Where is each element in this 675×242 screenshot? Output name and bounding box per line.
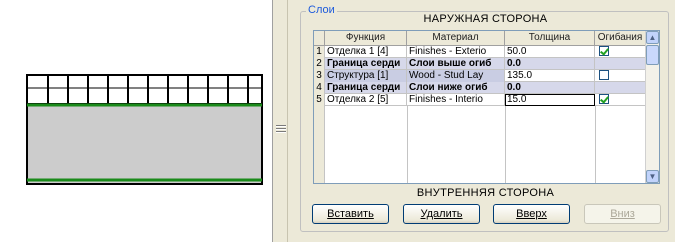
layers-table[interactable]: Функция Материал Толщина Огибания 1 Отде… (313, 30, 660, 184)
material-cell[interactable]: Finishes - Exterio (407, 46, 505, 58)
row-number[interactable]: 5 (314, 94, 325, 106)
inner-side-label: ВНУТРЕННЯЯ СТОРОНА (416, 187, 555, 199)
wraps-cell (595, 94, 646, 106)
function-cell[interactable]: Структура [1] (325, 70, 407, 82)
preview-pane (0, 0, 273, 242)
thickness-cell[interactable]: 0.0 (505, 82, 595, 94)
delete-button[interactable]: Удалить (403, 204, 480, 224)
row-number[interactable]: 2 (314, 58, 325, 70)
move-up-button-label: Вверх (516, 208, 547, 220)
row-number[interactable]: 4 (314, 82, 325, 94)
column-divider (407, 106, 408, 183)
wraps-cell (595, 70, 646, 82)
thickness-input[interactable]: 15.0 (505, 94, 595, 106)
insert-button[interactable]: Вставить (312, 204, 389, 224)
stud-layer (26, 74, 263, 105)
wraps-checkbox[interactable] (599, 46, 609, 56)
table-row[interactable]: 4 Граница серди Слои ниже огиб 0.0 (314, 82, 646, 94)
insert-button-label: Вставить (327, 208, 374, 220)
delete-button-label: Удалить (420, 208, 463, 220)
chevron-down-icon[interactable]: ▼ (646, 170, 659, 183)
column-header-function[interactable]: Функция (325, 31, 407, 46)
thickness-cell[interactable]: 0.0 (505, 58, 595, 70)
column-divider (505, 106, 506, 183)
vertical-scrollbar[interactable]: ▲ ▼ (645, 31, 659, 183)
table-row[interactable]: 3 Структура [1] Wood - Stud Lay 135.0 (314, 70, 646, 82)
row-header-column (314, 106, 325, 183)
column-header-wraps[interactable]: Огибания (595, 31, 646, 46)
outer-side-label: НАРУЖНАЯ СТОРОНА (423, 13, 548, 25)
material-cell[interactable]: Finishes - Interio (407, 94, 505, 106)
function-cell[interactable]: Граница серди (325, 58, 407, 70)
header-corner (314, 31, 325, 46)
thickness-cell[interactable]: 135.0 (505, 70, 595, 82)
wraps-cell (595, 46, 646, 58)
function-cell[interactable]: Граница серди (325, 82, 407, 94)
column-header-thickness[interactable]: Толщина (505, 31, 595, 46)
move-down-button[interactable]: Вниз (584, 204, 661, 224)
wall-section-preview (26, 74, 263, 185)
material-cell[interactable]: Слои выше огиб (407, 58, 505, 70)
row-number[interactable]: 3 (314, 70, 325, 82)
column-header-material[interactable]: Материал (407, 31, 505, 46)
function-cell[interactable]: Отделка 1 [4] (325, 46, 407, 58)
thickness-cell[interactable]: 50.0 (505, 46, 595, 58)
layers-panel: Слои НАРУЖНАЯ СТОРОНА Функция Материал Т… (289, 0, 675, 242)
material-cell[interactable]: Слои ниже огиб (407, 82, 505, 94)
move-up-button[interactable]: Вверх (493, 204, 570, 224)
wraps-checkbox[interactable] (599, 94, 609, 104)
wraps-cell (595, 82, 646, 94)
grip-icon[interactable] (276, 125, 286, 137)
function-cell[interactable]: Отделка 2 [5] (325, 94, 407, 106)
table-row[interactable]: 5 Отделка 2 [5] Finishes - Interio 15.0 (314, 94, 646, 106)
row-number[interactable]: 1 (314, 46, 325, 58)
table-row[interactable]: 1 Отделка 1 [4] Finishes - Exterio 50.0 (314, 46, 646, 58)
material-cell[interactable]: Wood - Stud Lay (407, 70, 505, 82)
column-divider (595, 106, 596, 183)
wraps-cell (595, 58, 646, 70)
scrollbar-thumb[interactable] (646, 45, 659, 65)
chevron-up-icon[interactable]: ▲ (646, 31, 659, 44)
panel-splitter[interactable] (274, 0, 288, 242)
layers-table-header: Функция Материал Толщина Огибания (314, 31, 646, 46)
layers-group: Слои НАРУЖНАЯ СТОРОНА Функция Материал Т… (300, 4, 669, 232)
move-down-button-label: Вниз (610, 208, 635, 220)
wraps-checkbox[interactable] (599, 70, 609, 80)
table-row[interactable]: 2 Граница серди Слои выше огиб 0.0 (314, 58, 646, 70)
